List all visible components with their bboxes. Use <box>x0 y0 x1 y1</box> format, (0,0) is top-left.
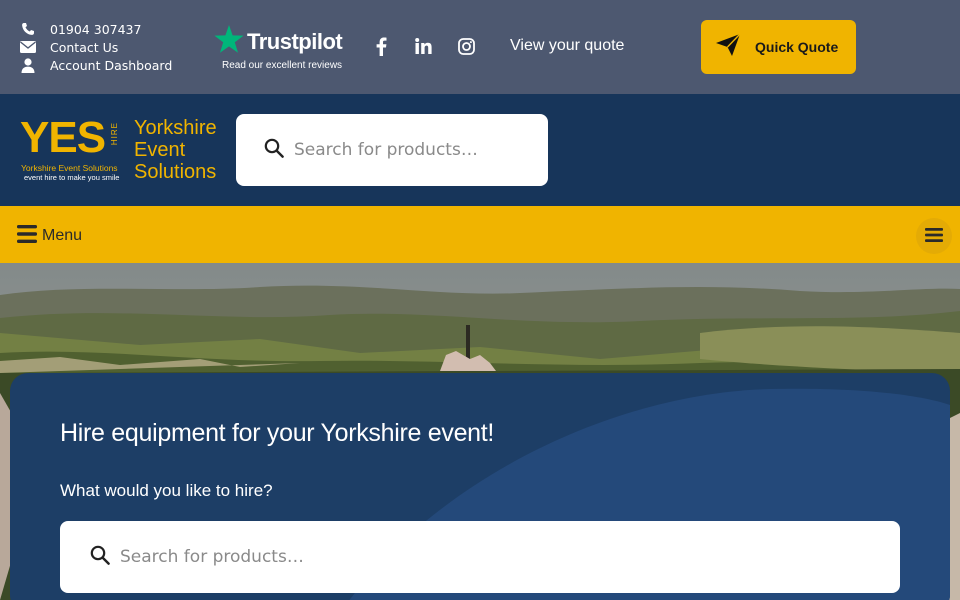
quick-quote-button[interactable]: Quick Quote <box>701 20 856 74</box>
trustpilot-wordmark: Trustpilot <box>247 28 343 54</box>
menu-bar: Menu <box>0 206 960 263</box>
phone-icon <box>20 22 36 36</box>
logo-name: Yorkshire Event Solutions <box>134 117 217 183</box>
hero-title: Hire equipment for your Yorkshire event! <box>60 419 495 447</box>
hero-subtitle: What would you like to hire? <box>60 481 273 500</box>
envelope-icon <box>20 40 36 54</box>
logo-company-text: Yorkshire Event Solutions <box>21 163 118 173</box>
menu-label: Menu <box>42 227 83 244</box>
menu-toggle[interactable]: Menu <box>17 225 82 247</box>
view-quote-link[interactable]: View your quote <box>510 37 624 55</box>
header-search-box[interactable] <box>236 114 548 186</box>
user-icon <box>20 57 36 73</box>
account-dashboard-label: Account Dashboard <box>50 57 173 73</box>
linkedin-icon[interactable] <box>412 35 434 57</box>
quick-quote-label: Quick Quote <box>755 39 839 55</box>
hero-panel: Hire equipment for your Yorkshire event!… <box>10 373 950 600</box>
logo-tagline: event hire to make you smile <box>24 173 120 182</box>
contact-list: 01904 307437 Contact Us Account Dashboar… <box>20 20 172 74</box>
site-header: YES HIRE Yorkshire Event Solutions event… <box>0 94 960 206</box>
logo-name-line: Event <box>134 139 186 161</box>
phone-link[interactable]: 01904 307437 <box>20 20 172 38</box>
search-icon <box>90 545 110 569</box>
top-bar: 01904 307437 Contact Us Account Dashboar… <box>0 0 960 94</box>
hero-search-input[interactable] <box>120 547 880 567</box>
site-logo[interactable]: YES HIRE Yorkshire Event Solutions event… <box>20 113 220 184</box>
logo-hire-text: HIRE <box>110 122 119 146</box>
logo-mark: YES <box>20 113 106 162</box>
contact-us-link[interactable]: Contact Us <box>20 38 172 56</box>
instagram-icon[interactable] <box>455 35 477 57</box>
logo-name-line: Solutions <box>134 161 217 183</box>
paper-plane-icon <box>715 33 741 61</box>
header-search-input[interactable] <box>294 140 534 160</box>
facebook-icon[interactable] <box>370 35 392 57</box>
trustpilot-tagline: Read our excellent reviews <box>222 60 343 71</box>
menu-icon <box>17 225 37 247</box>
search-icon <box>264 138 284 162</box>
account-dashboard-link[interactable]: Account Dashboard <box>20 56 172 74</box>
hero-search-box[interactable] <box>60 521 900 593</box>
hero-section: Hire equipment for your Yorkshire event!… <box>0 263 960 600</box>
phone-number: 01904 307437 <box>50 21 142 37</box>
hamburger-icon <box>925 227 943 246</box>
trustpilot-badge[interactable]: Trustpilot Read our excellent reviews <box>214 25 349 71</box>
trustpilot-star-icon <box>214 25 244 58</box>
mobile-menu-button[interactable] <box>916 218 952 254</box>
contact-us-label: Contact Us <box>50 39 119 55</box>
logo-name-line: Yorkshire <box>134 117 217 139</box>
